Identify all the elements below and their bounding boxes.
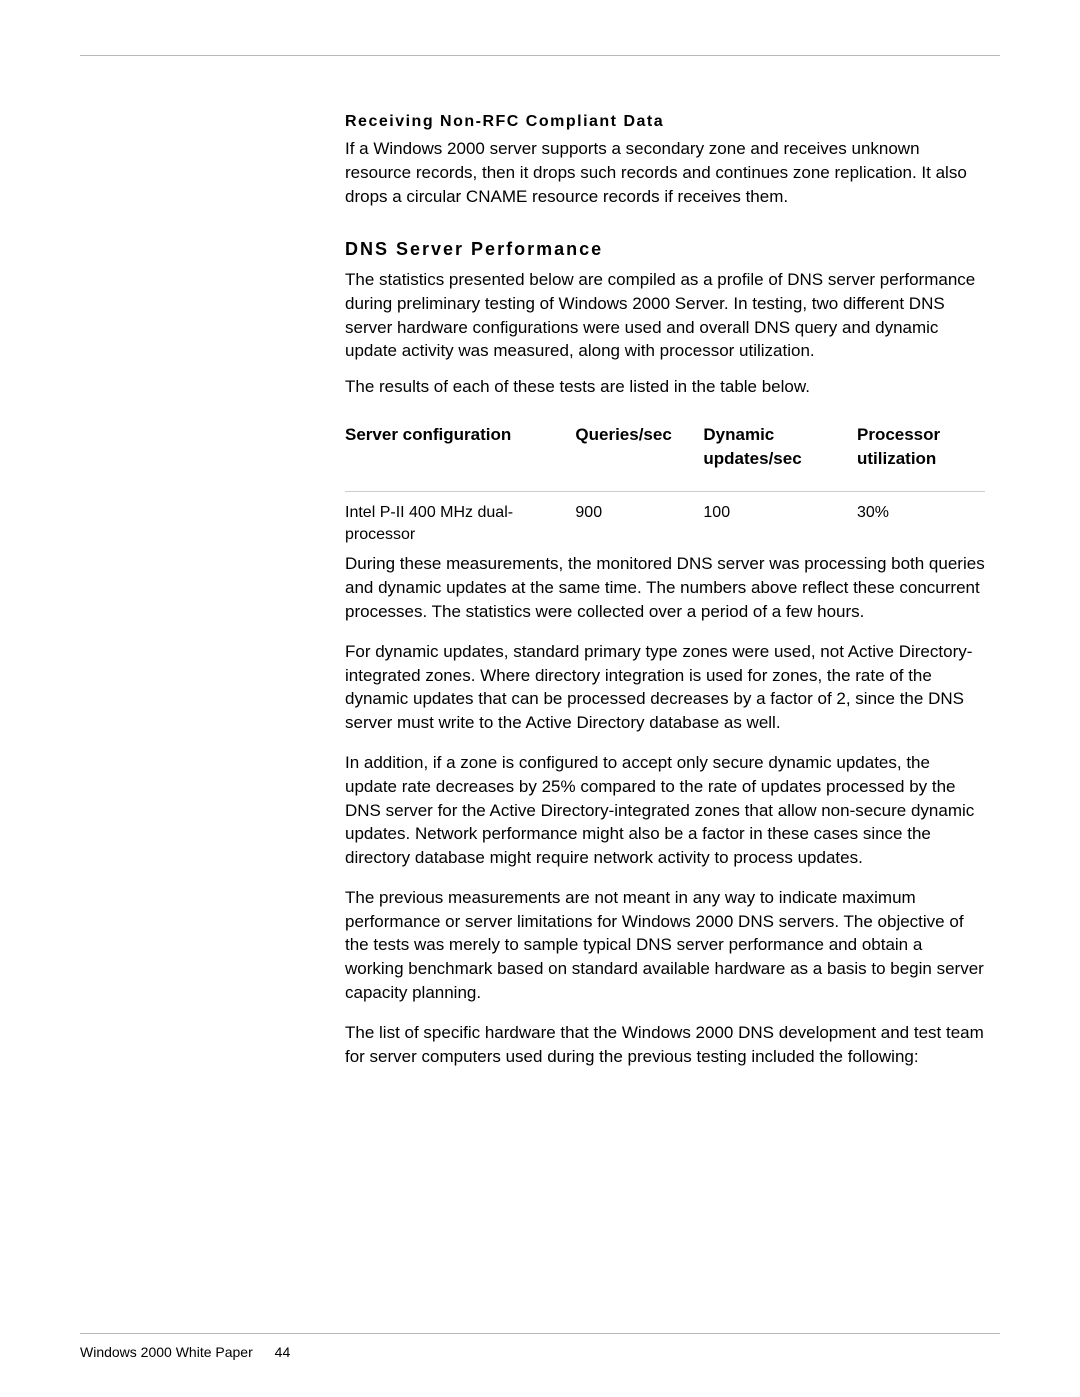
cell-server-configuration: Intel P-II 400 MHz dual-processor xyxy=(345,491,575,550)
cell-processor-utilization: 30% xyxy=(857,491,985,550)
page-content: Receiving Non-RFC Compliant Data If a Wi… xyxy=(345,111,985,1068)
table-header-queries-per-sec: Queries/sec xyxy=(575,415,703,491)
subheading-nonrfc: Receiving Non-RFC Compliant Data xyxy=(345,111,985,133)
paragraph-after-table-2: For dynamic updates, standard primary ty… xyxy=(345,640,985,735)
footer-title: Windows 2000 White Paper xyxy=(80,1344,253,1360)
table-header-dynamic-updates-per-sec: Dynamic updates/sec xyxy=(703,415,857,491)
page-footer: Windows 2000 White Paper 44 xyxy=(80,1333,1000,1360)
cell-dynamic-updates-per-sec: 100 xyxy=(703,491,857,550)
footer-text: Windows 2000 White Paper 44 xyxy=(80,1344,1000,1360)
footer-horizontal-rule xyxy=(80,1333,1000,1334)
paragraph-after-table-4: The previous measurements are not meant … xyxy=(345,886,985,1005)
footer-page-number: 44 xyxy=(275,1344,291,1360)
paragraph-after-table-1: During these measurements, the monitored… xyxy=(345,552,985,623)
document-page: Receiving Non-RFC Compliant Data If a Wi… xyxy=(0,0,1080,1397)
table-header-processor-utilization: Processor utilization xyxy=(857,415,985,491)
performance-table: Server configuration Queries/sec Dynamic… xyxy=(345,415,985,550)
paragraph-perf-intro-1: The statistics presented below are compi… xyxy=(345,268,985,363)
table-header-row: Server configuration Queries/sec Dynamic… xyxy=(345,415,985,491)
table-header-server-configuration: Server configuration xyxy=(345,415,575,491)
paragraph-nonrfc: If a Windows 2000 server supports a seco… xyxy=(345,137,985,208)
paragraph-after-table-3: In addition, if a zone is configured to … xyxy=(345,751,985,870)
table-row: Intel P-II 400 MHz dual-processor 900 10… xyxy=(345,491,985,550)
paragraph-after-table-5: The list of specific hardware that the W… xyxy=(345,1021,985,1069)
top-horizontal-rule xyxy=(80,55,1000,56)
cell-queries-per-sec: 900 xyxy=(575,491,703,550)
paragraph-perf-intro-2: The results of each of these tests are l… xyxy=(345,375,985,399)
section-heading-dns-performance: DNS Server Performance xyxy=(345,237,985,262)
